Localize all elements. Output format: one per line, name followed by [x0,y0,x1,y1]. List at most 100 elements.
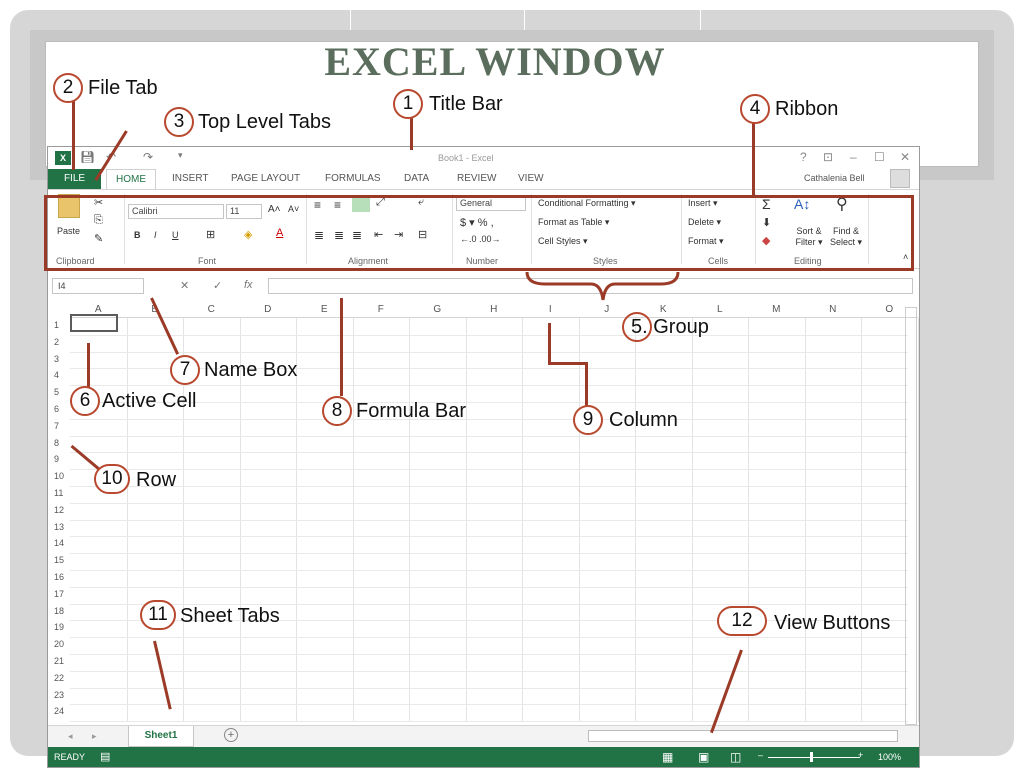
ribbon-highlight [44,195,914,271]
callout-group: 5. Group [631,316,709,338]
customize-qat-icon[interactable]: ▾ [178,150,183,161]
zoom-out-icon[interactable]: – [758,750,763,760]
row-header[interactable]: 17 [48,589,70,599]
row-header[interactable]: 20 [48,639,70,649]
row-header[interactable]: 21 [48,656,70,666]
column-header[interactable]: N [804,302,861,318]
row-header[interactable]: 6 [48,404,70,414]
row-header[interactable]: 5 [48,387,70,397]
row-header[interactable]: 18 [48,606,70,616]
callout-top-level-tabs: Top Level Tabs [198,111,332,133]
gridline [70,418,908,420]
cancel-icon[interactable]: ✕ [180,279,189,292]
column-header[interactable]: C [183,302,240,318]
tab-data[interactable]: DATA [404,173,429,184]
row-header[interactable]: 16 [48,572,70,582]
zoom-slider[interactable] [768,757,860,758]
page-break-view-icon[interactable]: ◫ [730,750,741,764]
column-header[interactable]: H [465,302,522,318]
row-header[interactable]: 2 [48,337,70,347]
row-header[interactable]: 23 [48,690,70,700]
sheet-tab[interactable]: Sheet1 [128,726,194,747]
row-header[interactable]: 8 [48,438,70,448]
callout-ribbon: Ribbon [775,98,839,120]
tab-file[interactable]: FILE [48,169,101,189]
gridline [70,385,908,387]
gridline [70,334,908,336]
avatar[interactable] [890,169,910,188]
gridline [70,570,908,571]
callout-name-box: Name Box [204,359,298,381]
column-header[interactable]: G [409,302,466,318]
add-sheet-button[interactable]: + [224,728,238,742]
gridline [70,502,908,504]
row-header[interactable]: 13 [48,522,70,532]
enter-icon[interactable]: ✓ [213,279,222,292]
minimize-icon[interactable]: – [850,150,857,164]
gridline [70,687,908,689]
close-icon[interactable]: ✕ [900,150,910,164]
name-box[interactable]: I4 [52,278,144,294]
callout-title-bar: Title Bar [429,93,503,115]
zoom-in-icon[interactable]: + [858,750,863,760]
maximize-icon[interactable]: ☐ [874,150,885,164]
redo-icon[interactable]: ↷ [143,150,153,164]
ribbon-display-icon[interactable]: ⊡ [823,150,833,164]
vertical-scrollbar[interactable] [905,307,917,725]
help-icon[interactable]: ? [800,150,807,164]
row-header[interactable]: 14 [48,538,70,548]
leader-line [585,362,588,407]
zoom-level[interactable]: 100% [878,752,901,762]
row-header[interactable]: 3 [48,354,70,364]
row-header[interactable]: 4 [48,370,70,380]
column-header[interactable]: D [239,302,296,318]
callout-number: 1 [393,89,423,119]
row-header[interactable]: 11 [48,488,70,498]
leader-line [548,323,551,365]
row-header[interactable]: 24 [48,706,70,716]
row-header[interactable]: 12 [48,505,70,515]
next-sheet-icon[interactable]: ▸ [92,731,97,742]
normal-view-icon[interactable]: ▦ [662,750,673,764]
active-cell[interactable] [70,314,118,332]
gridline [70,586,908,588]
column-header[interactable]: F [352,302,409,318]
excel-logo-icon: X [55,151,71,165]
callout-sheet-tabs: Sheet Tabs [180,605,280,627]
insert-function-icon[interactable]: fx [244,279,253,291]
callout-file-tab: File Tab [88,77,158,99]
save-icon[interactable]: 💾︎ [80,150,95,164]
callout-number: 2 [53,73,83,103]
row-header[interactable]: 19 [48,622,70,632]
leader-line [87,343,90,388]
page-layout-view-icon[interactable]: ▣ [698,750,709,764]
row-header[interactable]: 1 [48,320,70,330]
tab-view[interactable]: VIEW [518,173,544,184]
horizontal-scrollbar[interactable] [588,730,898,742]
tab-home[interactable]: HOME [106,169,156,190]
column-header[interactable]: E [296,302,353,318]
callout-number: 3 [164,107,194,137]
row-header[interactable]: 15 [48,555,70,565]
row-header[interactable]: 22 [48,673,70,683]
user-name[interactable]: Cathalenia Bell [804,173,865,183]
column-header[interactable]: M [748,302,805,318]
tab-review[interactable]: REVIEW [457,173,496,184]
gridline [70,721,908,723]
zoom-slider-thumb[interactable] [810,752,813,762]
tab-page-layout[interactable]: PAGE LAYOUT [231,173,300,184]
row-header[interactable]: 10 [48,471,70,481]
leader-line [752,122,755,196]
prev-sheet-icon[interactable]: ◂ [68,731,73,742]
leader-line [72,100,75,170]
gridline [70,486,908,487]
column-header[interactable]: I [522,302,579,318]
gridline [70,519,908,521]
tab-formulas[interactable]: FORMULAS [325,173,381,184]
row-header[interactable]: 9 [48,454,70,464]
window-title: Book1 - Excel [438,153,494,163]
row-header[interactable]: 7 [48,421,70,431]
tab-insert[interactable]: INSERT [172,173,209,184]
macro-record-icon[interactable]: ▤ [100,750,110,763]
divider [350,10,351,30]
